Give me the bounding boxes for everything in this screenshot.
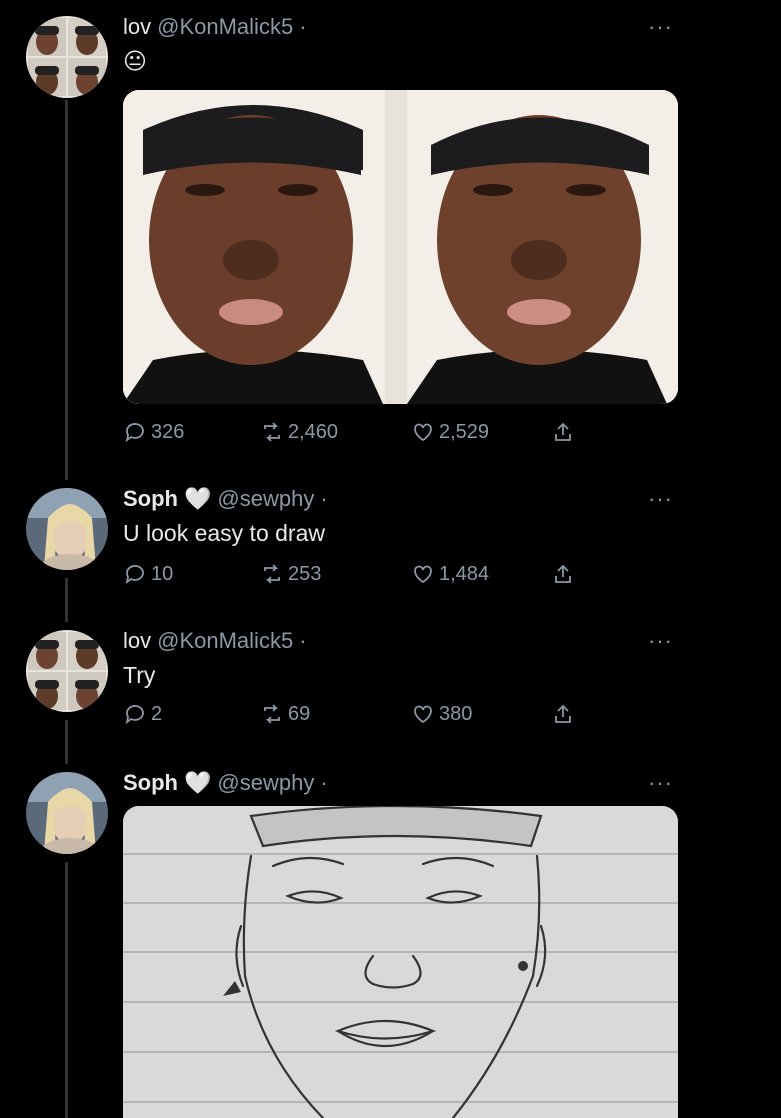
share-icon xyxy=(555,704,571,723)
retweet-count: 253 xyxy=(288,562,322,585)
reply-icon xyxy=(125,423,144,443)
user-handle[interactable]: @KonMalick5 xyxy=(157,628,293,654)
share-button[interactable] xyxy=(551,420,575,444)
display-name[interactable]: Soph xyxy=(123,770,178,796)
avatar-lov[interactable] xyxy=(26,16,108,98)
like-icon xyxy=(414,423,432,442)
reply-icon xyxy=(125,565,144,585)
retweet-button[interactable]: 253 xyxy=(260,562,321,586)
like-icon xyxy=(414,705,432,724)
like-icon xyxy=(414,565,432,584)
retweet-count: 69 xyxy=(288,702,311,725)
separator-dot: · xyxy=(320,770,328,795)
display-name[interactable]: lov xyxy=(123,628,151,654)
retweet-icon xyxy=(264,564,280,584)
share-icon xyxy=(555,422,571,441)
tweet-text: U look easy to draw xyxy=(123,520,325,546)
tweet-image[interactable] xyxy=(123,806,678,1118)
white-heart-emoji: 🤍 xyxy=(184,770,212,795)
tweet-3[interactable]: lov @KonMalick5 · ··· Try 2 69 380 xyxy=(0,622,781,752)
avatar-lov[interactable] xyxy=(26,630,108,712)
tweet-actions: 2 69 380 xyxy=(123,702,593,732)
tweet-actions: 10 253 1,484 xyxy=(123,562,593,592)
display-name[interactable]: lov xyxy=(123,14,151,40)
retweet-icon xyxy=(264,704,280,724)
avatar-soph[interactable] xyxy=(26,488,108,570)
avatar-soph[interactable] xyxy=(26,772,108,854)
more-icon[interactable]: ··· xyxy=(648,486,673,512)
tweet-text: 😐 xyxy=(123,48,147,74)
tweet-4[interactable]: Soph 🤍 @sewphy · ··· xyxy=(0,764,781,1118)
reply-icon xyxy=(125,705,144,725)
share-button[interactable] xyxy=(551,702,575,726)
reply-count: 2 xyxy=(151,702,163,725)
tweet-header: lov @KonMalick5 · xyxy=(123,628,307,654)
more-icon[interactable]: ··· xyxy=(648,628,673,654)
more-icon[interactable]: ··· xyxy=(648,770,673,796)
like-count: 380 xyxy=(439,702,473,725)
like-button[interactable]: 2,529 xyxy=(411,420,489,444)
tweet-1[interactable]: lov @KonMalick5 · ··· 😐 326 2,460 2,529 xyxy=(0,0,781,470)
tweet-text: Try xyxy=(123,662,156,688)
reply-button[interactable]: 10 xyxy=(123,562,173,586)
tweet-header: lov @KonMalick5 · xyxy=(123,14,307,40)
like-button[interactable]: 380 xyxy=(411,702,472,726)
separator-dot: · xyxy=(299,14,307,39)
retweet-button[interactable]: 69 xyxy=(260,702,310,726)
white-heart-emoji: 🤍 xyxy=(184,486,212,511)
reply-button[interactable]: 2 xyxy=(123,702,162,726)
share-icon xyxy=(555,564,571,583)
like-count: 1,484 xyxy=(439,562,490,585)
tweet-2[interactable]: Soph 🤍 @sewphy · ··· U look easy to draw … xyxy=(0,480,781,610)
tweet-header: Soph 🤍 @sewphy · xyxy=(123,770,328,796)
user-handle[interactable]: @sewphy xyxy=(217,770,314,796)
reply-count: 326 xyxy=(151,420,185,443)
tweet-image[interactable] xyxy=(123,90,678,404)
user-handle[interactable]: @sewphy xyxy=(217,486,314,512)
photo-pair xyxy=(123,90,678,404)
like-count: 2,529 xyxy=(439,420,490,443)
share-button[interactable] xyxy=(551,562,575,586)
retweet-button[interactable]: 2,460 xyxy=(260,420,338,444)
like-button[interactable]: 1,484 xyxy=(411,562,489,586)
tweet-header: Soph 🤍 @sewphy · xyxy=(123,486,328,512)
retweet-count: 2,460 xyxy=(288,420,339,443)
retweet-icon xyxy=(264,422,280,442)
separator-dot: · xyxy=(299,628,307,653)
pencil-sketch xyxy=(123,806,678,1118)
user-handle[interactable]: @KonMalick5 xyxy=(157,14,293,40)
more-icon[interactable]: ··· xyxy=(648,14,673,40)
separator-dot: · xyxy=(320,486,328,511)
tweet-actions: 326 2,460 2,529 xyxy=(123,420,593,450)
reply-count: 10 xyxy=(151,562,174,585)
reply-button[interactable]: 326 xyxy=(123,420,184,444)
display-name[interactable]: Soph xyxy=(123,486,178,512)
